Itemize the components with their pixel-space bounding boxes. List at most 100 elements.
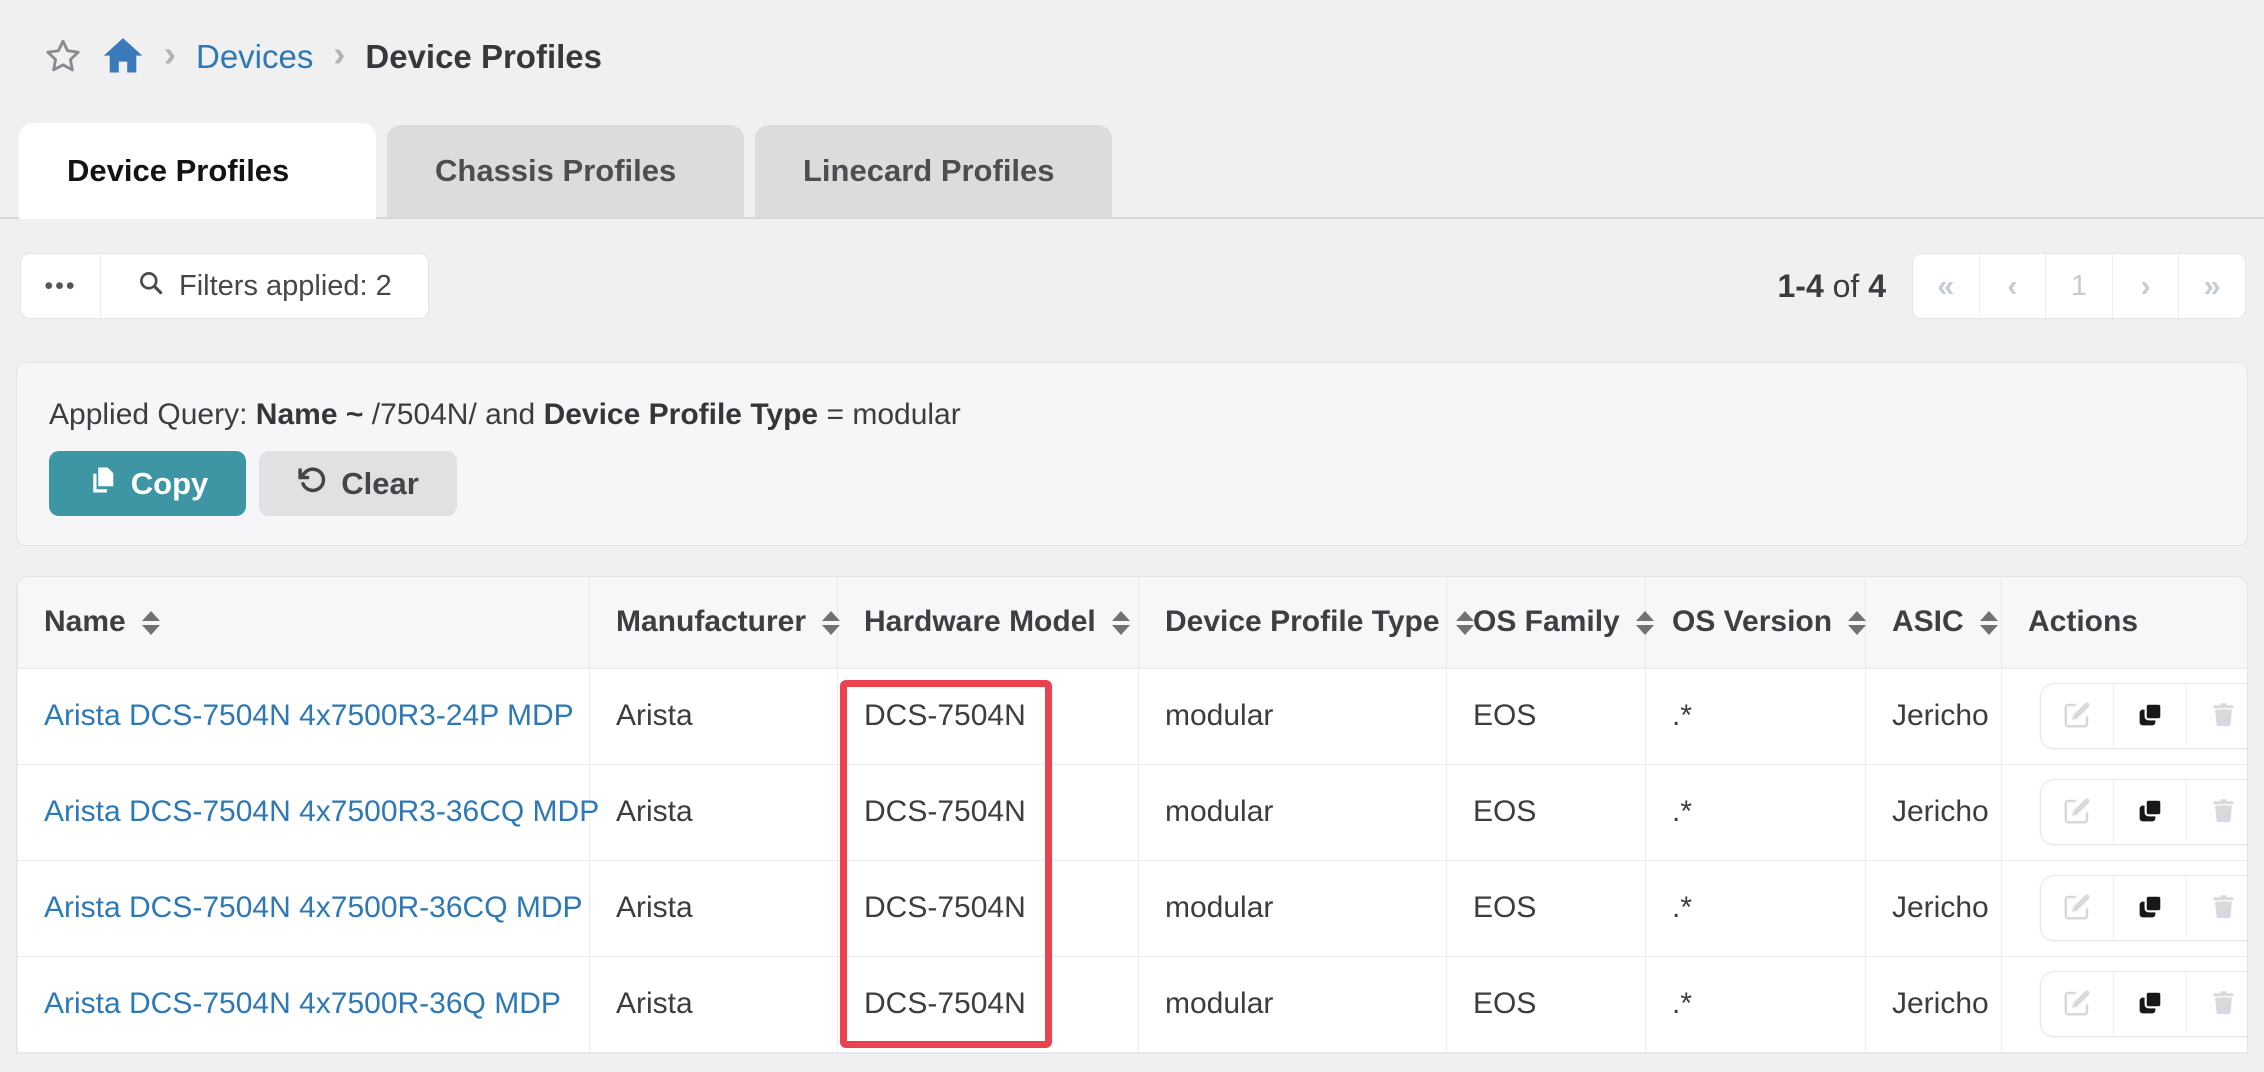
cell-name: Arista DCS-7504N 4x7500R3-36CQ MDP (18, 764, 590, 860)
cell-hardware-model: DCS-7504N (838, 956, 1139, 1052)
cell-os-family: EOS (1447, 860, 1646, 956)
edit-icon (2062, 988, 2092, 1021)
edit-button[interactable] (2041, 876, 2113, 940)
sort-icon (142, 611, 160, 635)
breadcrumb: › Devices › Device Profiles (44, 28, 602, 86)
table-row: Arista DCS-7504N 4x7500R-36Q MDP Arista … (18, 956, 2249, 1052)
table-row: Arista DCS-7504N 4x7500R3-24P MDP Arista… (18, 668, 2249, 764)
duplicate-icon (2136, 988, 2165, 1020)
breadcrumb-link-devices[interactable]: Devices (196, 38, 313, 76)
edit-icon (2062, 700, 2092, 733)
copy-row-button[interactable] (2113, 780, 2186, 844)
chevron-right-icon: › (333, 36, 345, 78)
cell-device-profile-type: modular (1139, 764, 1447, 860)
column-header-os-version[interactable]: OS Version (1646, 577, 1866, 668)
delete-button[interactable] (2186, 972, 2248, 1036)
cell-manufacturer: Arista (590, 956, 838, 1052)
cell-os-version: .* (1646, 764, 1866, 860)
cell-hardware-model: DCS-7504N (838, 860, 1139, 956)
sort-icon (1456, 611, 1474, 635)
cell-os-version: .* (1646, 860, 1866, 956)
tab-bar: Device Profiles Chassis Profiles Linecar… (0, 123, 2264, 219)
column-header-os-family[interactable]: OS Family (1447, 577, 1646, 668)
trash-icon (2210, 988, 2237, 1020)
cell-actions (2002, 860, 2249, 956)
filters-applied-button[interactable]: Filters applied: 2 (101, 254, 428, 318)
cell-hardware-model: DCS-7504N (838, 668, 1139, 764)
cell-hardware-model: DCS-7504N (838, 764, 1139, 860)
cell-os-version: .* (1646, 956, 1866, 1052)
delete-button[interactable] (2186, 780, 2248, 844)
device-profiles-table: Name Manufacturer Hardware Model Device … (16, 576, 2248, 1054)
row-action-group (2040, 971, 2248, 1037)
column-header-manufacturer[interactable]: Manufacturer (590, 577, 838, 668)
column-header-actions: Actions (2002, 577, 2249, 668)
cell-device-profile-type: modular (1139, 668, 1447, 764)
cell-os-family: EOS (1447, 764, 1646, 860)
cell-device-profile-type: modular (1139, 956, 1447, 1052)
column-header-hardware-model[interactable]: Hardware Model (838, 577, 1139, 668)
edit-button[interactable] (2041, 972, 2113, 1036)
copy-query-button[interactable]: Copy (49, 451, 246, 516)
row-action-group (2040, 683, 2248, 749)
tab-chassis-profiles[interactable]: Chassis Profiles (387, 125, 744, 217)
device-profile-link[interactable]: Arista DCS-7504N 4x7500R3-36CQ MDP (44, 795, 599, 828)
pagination-button-group: « ‹ 1 › » (1912, 253, 2246, 319)
filters-applied-label: Filters applied: 2 (179, 270, 392, 303)
pagination-last-button[interactable]: » (2178, 254, 2245, 318)
favorite-star-button[interactable] (44, 37, 82, 78)
query-actions: Copy Clear (49, 451, 457, 516)
row-action-group (2040, 875, 2248, 941)
copy-row-button[interactable] (2113, 684, 2186, 748)
device-profile-link[interactable]: Arista DCS-7504N 4x7500R3-24P MDP (44, 699, 574, 732)
more-options-button[interactable]: ••• (21, 254, 101, 318)
cell-asic: Jericho (1866, 956, 2002, 1052)
pagination-next-button[interactable]: › (2112, 254, 2179, 318)
cell-os-family: EOS (1447, 956, 1646, 1052)
delete-button[interactable] (2186, 876, 2248, 940)
edit-button[interactable] (2041, 684, 2113, 748)
edit-icon (2062, 892, 2092, 925)
cell-name: Arista DCS-7504N 4x7500R3-24P MDP (18, 668, 590, 764)
cell-name: Arista DCS-7504N 4x7500R-36CQ MDP (18, 860, 590, 956)
toolbar: ••• Filters applied: 2 1-4 of 4 « ‹ 1 › … (20, 253, 2246, 319)
cell-asic: Jericho (1866, 668, 2002, 764)
pagination-prev-button[interactable]: ‹ (1979, 254, 2046, 318)
edit-button[interactable] (2041, 780, 2113, 844)
sort-icon (1848, 611, 1866, 635)
cell-actions (2002, 668, 2249, 764)
table-row: Arista DCS-7504N 4x7500R-36CQ MDP Arista… (18, 860, 2249, 956)
cell-asic: Jericho (1866, 860, 2002, 956)
duplicate-icon (2136, 796, 2165, 828)
search-icon (137, 269, 164, 304)
column-header-device-profile-type[interactable]: Device Profile Type (1139, 577, 1447, 668)
pagination-first-button[interactable]: « (1913, 254, 1979, 318)
device-profile-link[interactable]: Arista DCS-7504N 4x7500R-36Q MDP (44, 987, 561, 1020)
pagination: 1-4 of 4 « ‹ 1 › » (1777, 253, 2246, 319)
pagination-page-button[interactable]: 1 (2045, 254, 2112, 318)
star-icon (44, 37, 82, 78)
copy-row-button[interactable] (2113, 876, 2186, 940)
cell-name: Arista DCS-7504N 4x7500R-36Q MDP (18, 956, 590, 1052)
delete-button[interactable] (2186, 684, 2248, 748)
home-link[interactable] (102, 36, 144, 79)
column-header-name[interactable]: Name (18, 577, 590, 668)
applied-query-card: Applied Query: Name ~ /7504N/ and Device… (16, 362, 2248, 546)
copy-row-button[interactable] (2113, 972, 2186, 1036)
clear-query-button[interactable]: Clear (259, 451, 457, 516)
cell-os-version: .* (1646, 668, 1866, 764)
trash-icon (2210, 700, 2237, 732)
column-header-asic[interactable]: ASIC (1866, 577, 2002, 668)
cell-manufacturer: Arista (590, 668, 838, 764)
cell-asic: Jericho (1866, 764, 2002, 860)
trash-icon (2210, 796, 2237, 828)
tab-device-profiles[interactable]: Device Profiles (19, 123, 376, 219)
device-profile-link[interactable]: Arista DCS-7504N 4x7500R-36CQ MDP (44, 891, 583, 924)
cell-device-profile-type: modular (1139, 860, 1447, 956)
row-action-group (2040, 779, 2248, 845)
filter-button-group: ••• Filters applied: 2 (20, 253, 429, 319)
edit-icon (2062, 796, 2092, 829)
chevron-right-icon: › (164, 36, 176, 78)
tab-linecard-profiles[interactable]: Linecard Profiles (755, 125, 1112, 217)
sort-icon (1980, 611, 1998, 635)
